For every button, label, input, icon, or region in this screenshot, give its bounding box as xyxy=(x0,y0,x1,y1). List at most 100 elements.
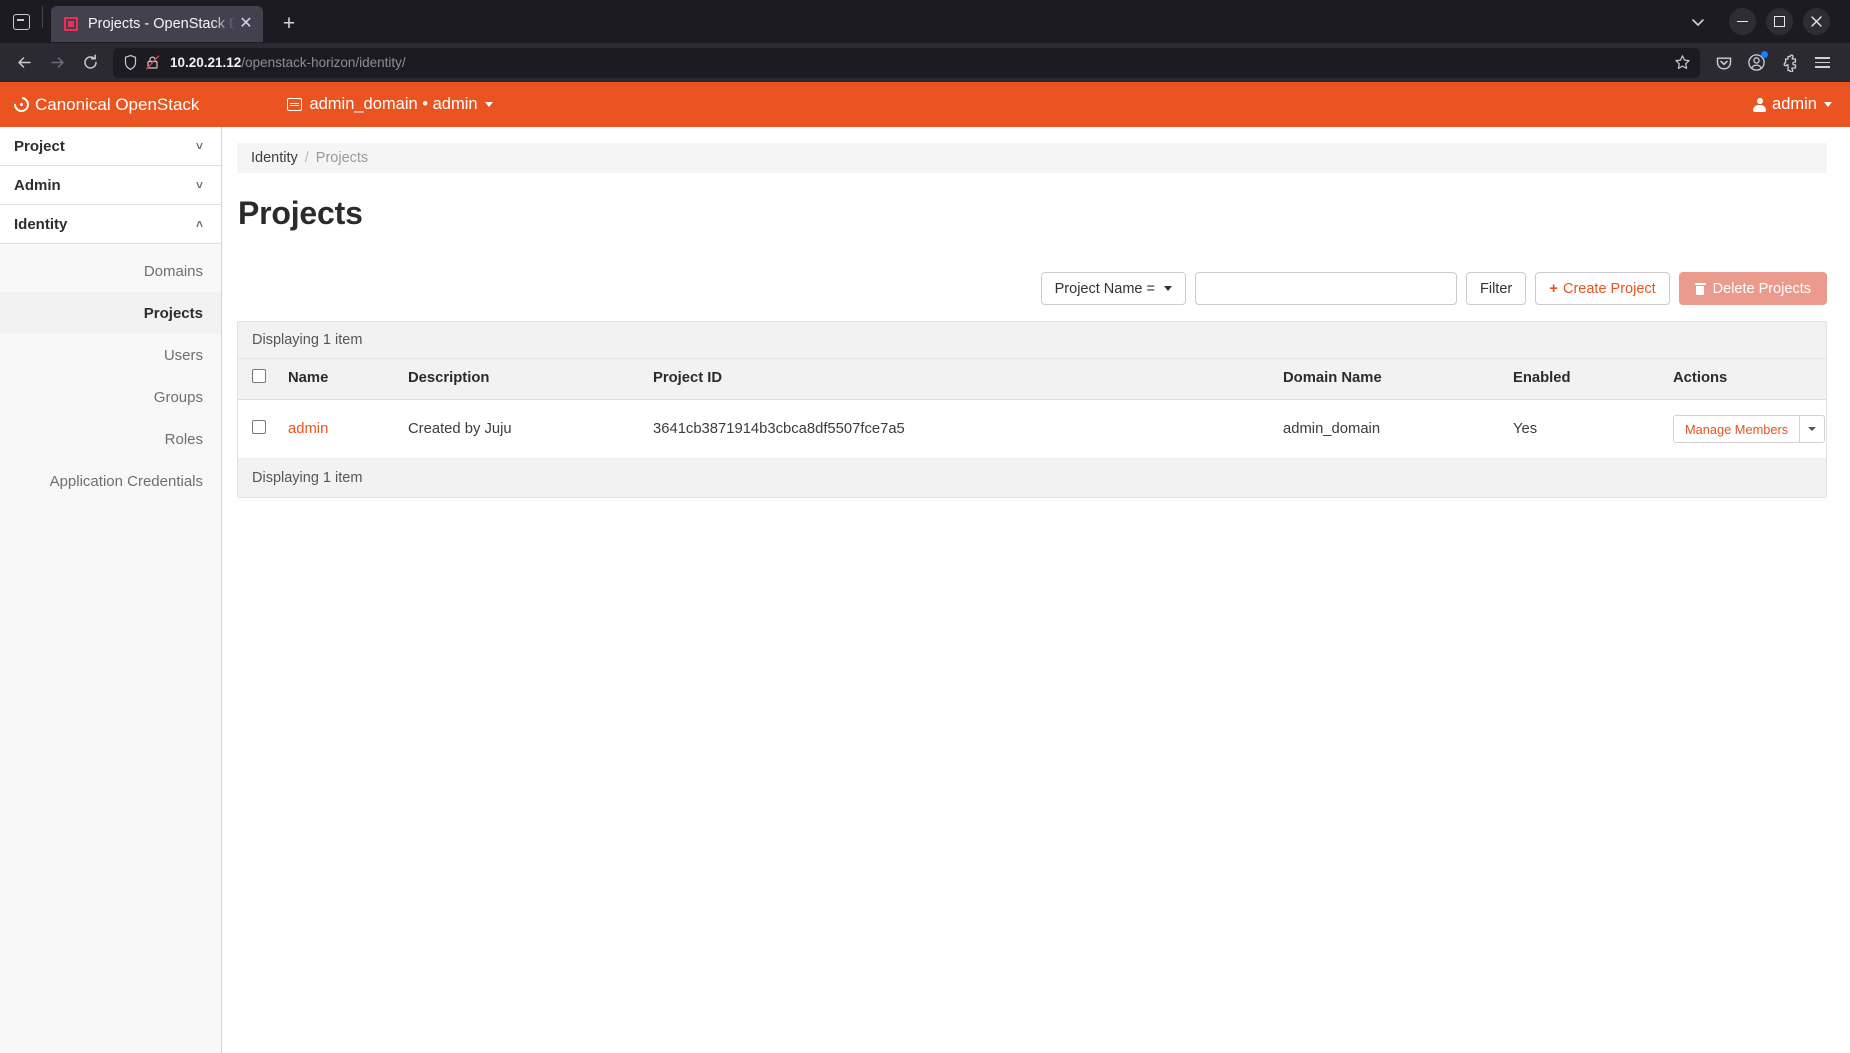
sidebar-group-label: Project xyxy=(14,137,65,155)
cell-description: Created by Juju xyxy=(400,399,645,459)
reload-button[interactable] xyxy=(74,47,107,78)
browser-window: Projects - OpenStack Das ✕ + xyxy=(0,0,1850,1053)
bookmark-star-icon[interactable] xyxy=(1670,51,1694,75)
sidebar-group-project[interactable]: Project ˅ xyxy=(0,127,221,166)
browser-toolbar-icons xyxy=(1708,47,1842,78)
filter-button[interactable]: Filter xyxy=(1465,272,1527,305)
user-avatar-icon xyxy=(1753,97,1767,112)
page-title: Projects xyxy=(238,195,363,231)
window-minimize-button[interactable] xyxy=(1729,8,1756,35)
sidebar-filler xyxy=(0,502,221,1053)
sidebar-group-identity[interactable]: Identity ˄ xyxy=(0,204,221,244)
menu-icon[interactable] xyxy=(1807,47,1838,78)
sidebar-item-groups[interactable]: Groups xyxy=(0,376,221,418)
forward-button[interactable] xyxy=(41,47,74,78)
trash-icon xyxy=(1694,282,1706,295)
canonical-circle-of-friends-icon xyxy=(10,93,33,116)
breadcrumb: Identity / Projects xyxy=(237,143,1827,173)
row-select-cell xyxy=(238,399,280,459)
chevron-down-icon xyxy=(1808,427,1817,431)
table-body: admin Created by Juju 3641cb3871914b3cbc… xyxy=(238,399,1826,459)
chevron-down-icon xyxy=(1163,286,1172,291)
project-list-icon xyxy=(287,98,303,111)
sidebar-item-application-credentials[interactable]: Application Credentials xyxy=(0,460,221,502)
sidebar-item-domains[interactable]: Domains xyxy=(0,250,221,292)
user-menu-label: admin xyxy=(1772,95,1817,113)
domain-project-switcher[interactable]: admin_domain • admin xyxy=(287,95,493,114)
url-host: 10.20.21.12 xyxy=(170,55,242,70)
cell-enabled: Yes xyxy=(1505,399,1665,459)
table-count-bottom: Displaying 1 item xyxy=(238,459,1826,497)
brand-logo-link[interactable]: Canonical OpenStack xyxy=(10,93,200,116)
projects-table: Name Description Project ID Domain Name … xyxy=(238,359,1826,459)
row-checkbox[interactable] xyxy=(252,420,266,434)
url-text: 10.20.21.12/openstack-horizon/identity/ xyxy=(170,55,1670,70)
sidebar-item-users[interactable]: Users xyxy=(0,334,221,376)
back-button[interactable] xyxy=(8,47,41,78)
chevron-down-icon: ˅ xyxy=(195,178,203,192)
url-path: /openstack-horizon/identity/ xyxy=(241,55,406,70)
delete-projects-button[interactable]: Delete Projects xyxy=(1678,272,1827,305)
brand-label: Canonical OpenStack xyxy=(35,94,200,114)
horizon-app: Canonical OpenStack admin_domain • admin… xyxy=(0,82,1850,1053)
table-count-top: Displaying 1 item xyxy=(238,322,1826,359)
row-actions-dropdown-toggle[interactable] xyxy=(1800,415,1826,443)
window-controls xyxy=(1719,0,1844,43)
column-header-description[interactable]: Description xyxy=(400,359,645,400)
sidebar-item-label: Groups xyxy=(153,388,203,406)
project-name-link[interactable]: admin xyxy=(288,421,328,437)
select-all-checkbox[interactable] xyxy=(252,369,266,383)
manage-members-button[interactable]: Manage Members xyxy=(1673,415,1801,443)
sidebar: Project ˅ Admin ˅ Identity ˄ Domains Pro… xyxy=(0,127,222,1053)
sidebar-item-projects[interactable]: Projects xyxy=(0,292,221,334)
app-body: Project ˅ Admin ˅ Identity ˄ Domains Pro… xyxy=(0,127,1850,1053)
column-header-name[interactable]: Name xyxy=(280,359,400,400)
sidebar-item-roles[interactable]: Roles xyxy=(0,418,221,460)
cell-actions: Manage Members xyxy=(1665,399,1826,459)
tracking-protection-shield-icon[interactable] xyxy=(122,54,139,71)
pocket-icon[interactable] xyxy=(1708,47,1739,78)
sidebar-item-label: Projects xyxy=(143,304,203,322)
domain-project-label: admin_domain • admin xyxy=(309,95,478,113)
favicon-openstack-icon xyxy=(63,16,79,32)
horizon-top-bar: Canonical OpenStack admin_domain • admin… xyxy=(0,82,1850,127)
sidebar-item-label: Roles xyxy=(164,430,203,448)
tab-strip: Projects - OpenStack Das ✕ + xyxy=(0,0,1850,43)
tab-list-chevron-down-icon[interactable] xyxy=(1677,0,1719,43)
sidebar-group-admin[interactable]: Admin ˅ xyxy=(0,165,221,205)
cell-name: admin xyxy=(280,399,400,459)
url-bar[interactable]: 10.20.21.12/openstack-horizon/identity/ xyxy=(113,47,1700,78)
filter-field-dropdown[interactable]: Project Name = xyxy=(1040,272,1186,305)
create-project-label: Create Project xyxy=(1562,280,1656,297)
window-close-button[interactable] xyxy=(1803,8,1830,35)
chevron-down-icon xyxy=(1824,102,1832,107)
insecure-connection-lock-icon[interactable] xyxy=(144,54,161,71)
new-tab-button[interactable]: + xyxy=(271,6,307,42)
row-actions-group: Manage Members xyxy=(1673,415,1826,443)
column-header-project-id[interactable]: Project ID xyxy=(645,359,1275,400)
chevron-down-icon xyxy=(484,102,493,107)
close-tab-icon[interactable]: ✕ xyxy=(235,13,257,35)
table-header-row: Name Description Project ID Domain Name … xyxy=(238,359,1826,400)
cell-project-id: 3641cb3871914b3cbca8df5507fce7a5 xyxy=(645,399,1275,459)
cell-domain-name: admin_domain xyxy=(1275,399,1505,459)
extensions-icon[interactable] xyxy=(1774,47,1805,78)
breadcrumb-separator: / xyxy=(304,150,309,166)
filter-input[interactable] xyxy=(1194,272,1457,305)
create-project-button[interactable]: + Create Project xyxy=(1535,272,1670,305)
filter-field-label: Project Name = xyxy=(1054,280,1155,297)
column-header-enabled[interactable]: Enabled xyxy=(1505,359,1665,400)
user-menu[interactable]: admin xyxy=(1753,95,1832,114)
column-header-domain-name[interactable]: Domain Name xyxy=(1275,359,1505,400)
account-icon[interactable] xyxy=(1741,47,1772,78)
browser-tab[interactable]: Projects - OpenStack Das ✕ xyxy=(51,6,263,42)
sidebar-identity-items: Domains Projects Users Groups Roles Appl… xyxy=(0,244,221,502)
firefox-view-icon xyxy=(12,13,30,30)
table-head: Name Description Project ID Domain Name … xyxy=(238,359,1826,400)
firefox-view-button[interactable] xyxy=(0,0,42,43)
breadcrumb-identity-link[interactable]: Identity xyxy=(251,150,298,166)
browser-navigation-bar: 10.20.21.12/openstack-horizon/identity/ xyxy=(0,43,1850,82)
plus-icon: + xyxy=(1549,280,1558,297)
window-maximize-button[interactable] xyxy=(1766,8,1793,35)
chevron-down-icon: ˅ xyxy=(195,139,203,153)
